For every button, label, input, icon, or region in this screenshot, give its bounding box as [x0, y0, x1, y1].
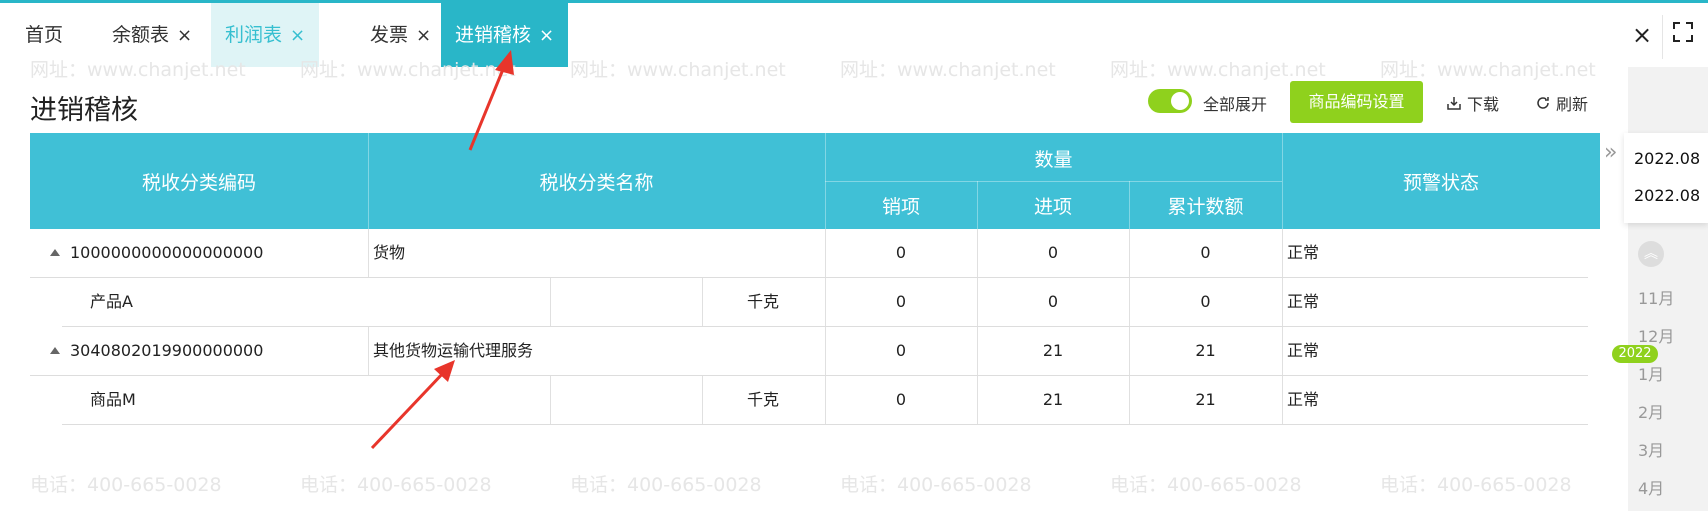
- annotation-arrows: [370, 50, 514, 450]
- arrow-to-tab: [468, 50, 514, 151]
- arrow-to-service-name: [370, 360, 455, 450]
